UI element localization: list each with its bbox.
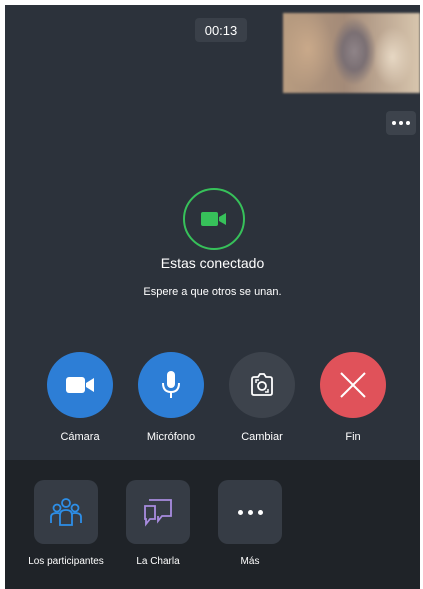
participants-label: Los participantes xyxy=(28,556,104,567)
microphone-button[interactable] xyxy=(138,352,204,418)
camera-icon xyxy=(201,212,226,226)
chat-label: La Charla xyxy=(136,556,180,567)
more-icon xyxy=(237,509,263,515)
video-call-screen: 00:13 Estas conectado Espere a que otros… xyxy=(5,5,420,589)
self-video-preview[interactable] xyxy=(283,13,420,93)
participants-icon xyxy=(50,498,82,526)
call-timer: 00:13 xyxy=(195,18,247,42)
microphone-icon xyxy=(162,371,180,398)
participants-button[interactable] xyxy=(34,480,98,544)
more-icon xyxy=(392,121,410,125)
chat-button[interactable] xyxy=(126,480,190,544)
end-call-button[interactable] xyxy=(320,352,386,418)
microphone-label: Micrófono xyxy=(146,431,196,443)
chat-icon xyxy=(144,499,172,527)
connection-status-title: Estas conectado xyxy=(160,255,265,271)
more-button[interactable] xyxy=(218,480,282,544)
more-label: Más xyxy=(240,556,260,567)
camera-icon xyxy=(66,377,94,393)
close-icon xyxy=(340,372,366,398)
end-call-label: Fin xyxy=(345,431,361,443)
switch-camera-button[interactable] xyxy=(229,352,295,418)
switch-camera-icon xyxy=(251,373,273,396)
bottom-toolbar: Los participantes La Charla Más xyxy=(5,460,420,589)
camera-label: Cámara xyxy=(60,431,100,443)
connection-status-subtitle: Espere a que otros se unan. xyxy=(143,286,282,298)
switch-camera-label: Cambiar xyxy=(241,431,283,443)
options-menu-button[interactable] xyxy=(386,111,416,135)
connected-camera-indicator xyxy=(183,188,245,250)
camera-button[interactable] xyxy=(47,352,113,418)
